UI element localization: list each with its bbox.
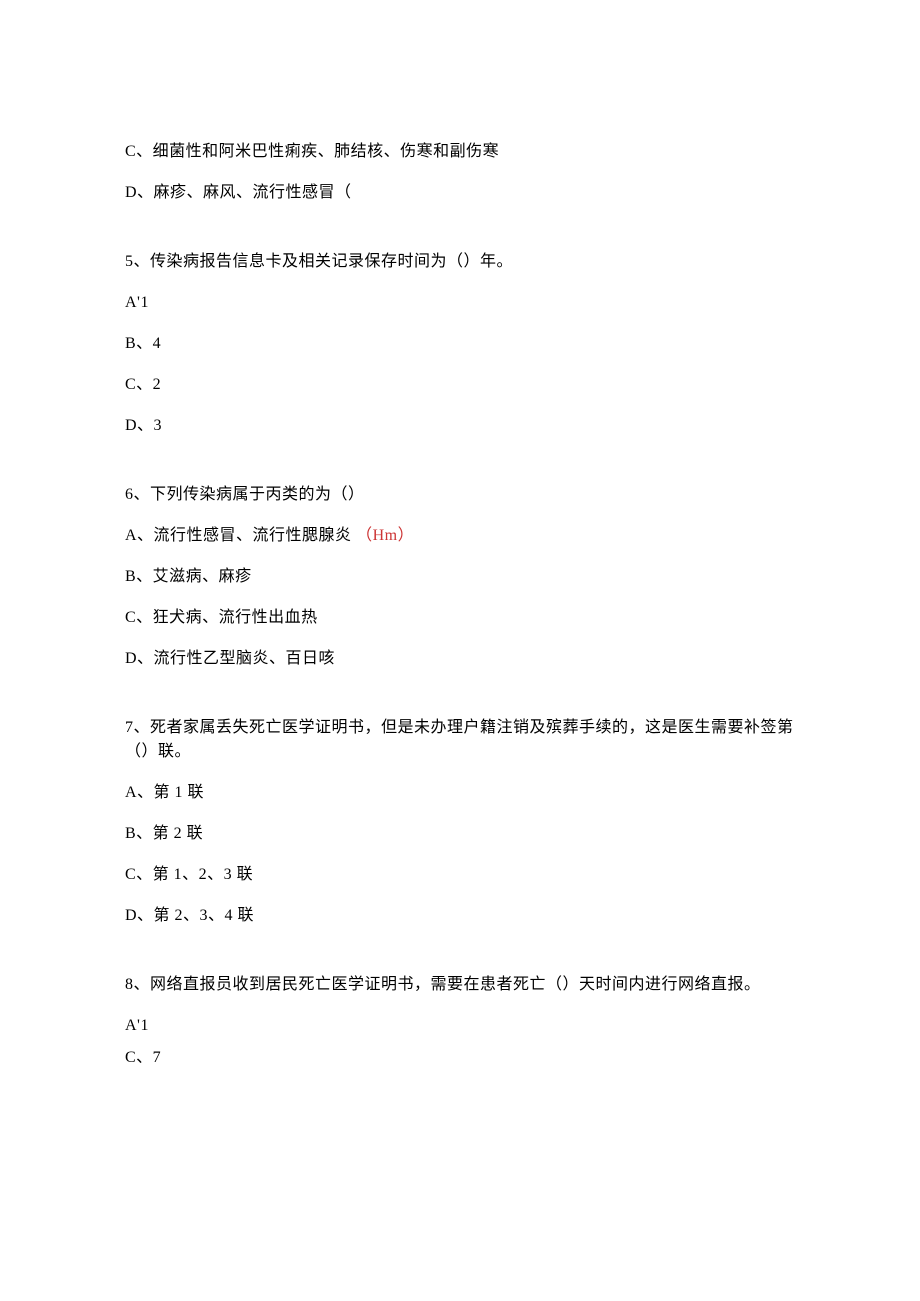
spacer — [125, 222, 795, 250]
q5-option-c: C、2 — [125, 373, 795, 397]
question-7: 7、死者家属丢失死亡医学证明书，但是未办理户籍注销及殡葬手续的，这是医生需要补签… — [125, 716, 795, 764]
q6-option-a: A、流行性感冒、流行性腮腺炎 （Hm） — [125, 524, 795, 548]
spacer — [125, 945, 795, 973]
q6-option-c: C、狂犬病、流行性出血热 — [125, 606, 795, 630]
option-c-text: C、细菌性和阿米巴性痢疾、肺结核、伤寒和副伤寒 — [125, 140, 795, 164]
q7-option-b: B、第 2 联 — [125, 822, 795, 846]
q6-option-d: D、流行性乙型脑炎、百日咳 — [125, 647, 795, 671]
q6-option-a-text: A、流行性感冒、流行性腮腺炎 — [125, 527, 352, 544]
q7-option-c: C、第 1、2、3 联 — [125, 863, 795, 887]
spacer — [125, 455, 795, 483]
q5-option-b: B、4 — [125, 332, 795, 356]
option-d-text: D、麻疹、麻风、流行性感冒（ — [125, 181, 795, 205]
question-8: 8、网络直报员收到居民死亡医学证明书，需要在患者死亡（）天时间内进行网络直报。 — [125, 973, 795, 997]
question-6: 6、下列传染病属于丙类的为（） — [125, 483, 795, 507]
question-5: 5、传染病报告信息卡及相关记录保存时间为（）年。 — [125, 250, 795, 274]
q8-option-a: A'1 — [125, 1014, 795, 1038]
q5-option-a: A'1 — [125, 291, 795, 315]
q7-option-d: D、第 2、3、4 联 — [125, 904, 795, 928]
q5-option-d: D、3 — [125, 414, 795, 438]
q6-option-a-annotation: （Hm） — [356, 527, 414, 544]
q7-option-a: A、第 1 联 — [125, 781, 795, 805]
q6-option-b: B、艾滋病、麻疹 — [125, 565, 795, 589]
document-page: C、细菌性和阿米巴性痢疾、肺结核、伤寒和副伤寒 D、麻疹、麻风、流行性感冒（ 5… — [0, 0, 920, 1301]
q8-option-c: C、7 — [125, 1046, 795, 1070]
spacer — [125, 688, 795, 716]
